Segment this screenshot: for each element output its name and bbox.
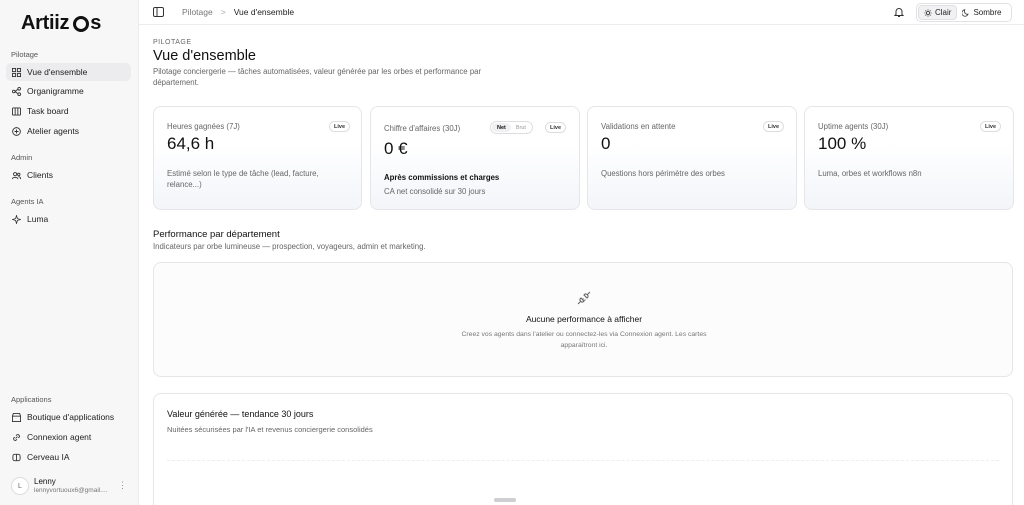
user-name: Lenny [34, 477, 56, 487]
section-label-applications: Applications [11, 395, 52, 404]
kpi-card-hours: Heures gagnées (7J) Live 64,6 h Estimé s… [153, 106, 362, 210]
performance-empty-state: Aucune performance à afficher Creez vos … [153, 262, 1013, 377]
live-badge: Live [980, 121, 1002, 132]
avatar: L [11, 477, 29, 495]
sidebar-item-label: Atelier agents [27, 126, 79, 136]
sun-icon [924, 8, 932, 17]
kpi-card-revenue: Chiffre d'affaires (30J) Net Brut Live 0… [370, 106, 580, 210]
moon-icon [962, 8, 970, 17]
sidebar-item-label: Boutique d'applications [27, 412, 115, 422]
sidebar-toggle-icon[interactable] [153, 7, 164, 17]
empty-state-title: Aucune performance à afficher [525, 314, 643, 324]
kpi-strong-note: Après commissions et charges [384, 173, 500, 182]
grid-icon [12, 67, 21, 77]
topbar: Pilotage > Vue d'ensemble Clair Sombre [139, 0, 1024, 25]
performance-title: Performance par département [153, 229, 280, 240]
sidebar-item-label: Cerveau IA [27, 452, 70, 462]
sidebar-item-label: Clients [27, 170, 53, 180]
kpi-value: 64,6 h [167, 134, 215, 153]
brut-toggle-button[interactable]: Brut [511, 123, 531, 132]
user-email: lennyvortuoux6@gmail.... [34, 486, 108, 494]
logo[interactable]: Artiiz s [21, 11, 101, 35]
kpi-note: Luma, orbes et workflows n8n [818, 169, 922, 178]
sidebar: Artiiz s Pilotage Vue d'ensemble Organig… [0, 0, 139, 505]
sparkle-icon [12, 214, 21, 224]
kpi-note: CA net consolidé sur 30 jours [384, 187, 486, 196]
net-brut-toggle: Net Brut [490, 121, 533, 134]
empty-state-text: Creez vos agents dans l'atelier ou conne… [461, 331, 707, 350]
trend-chart-gridline [167, 460, 999, 461]
performance-subtitle: Indicateurs par orbe lumineuse — prospec… [153, 242, 426, 251]
kpi-label: Chiffre d'affaires (30J) [384, 124, 461, 133]
logo-o-mark-icon [73, 16, 90, 32]
section-label-agents: Agents IA [11, 197, 44, 206]
sidebar-item-connexion[interactable]: Connexion agent [6, 428, 131, 446]
live-badge: Live [763, 121, 785, 132]
sidebar-item-organigramme[interactable]: Organigramme [6, 82, 131, 100]
trend-subtitle: Nuitées sécurisées par l'IA et revenus c… [167, 425, 373, 434]
net-toggle-button[interactable]: Net [492, 123, 511, 132]
brain-icon [12, 453, 21, 462]
plug-icon [577, 291, 591, 305]
more-vertical-icon[interactable]: ⋮ [118, 480, 127, 491]
breadcrumb-separator: > [220, 7, 226, 17]
link-icon [12, 433, 21, 442]
board-icon [12, 106, 21, 116]
user-profile[interactable]: L Lenny lennyvortuoux6@gmail.... ⋮ [11, 476, 131, 496]
sidebar-item-label: Connexion agent [27, 432, 92, 442]
plus-circle-icon [12, 126, 21, 136]
kpi-value: 0 [601, 134, 611, 153]
section-label-pilotage: Pilotage [11, 50, 39, 59]
sidebar-item-atelier[interactable]: Atelier agents [6, 122, 131, 140]
logo-text: Artiiz [21, 11, 70, 34]
theme-dark-label: Sombre [973, 8, 1002, 17]
kpi-note: Questions hors périmètre des orbes [601, 169, 725, 178]
users-icon [12, 171, 21, 180]
sidebar-item-overview[interactable]: Vue d'ensemble [6, 63, 131, 81]
kpi-value: 0 € [384, 139, 408, 158]
sidebar-item-label: Luma [27, 214, 49, 224]
kpi-note: Estimé selon le type de tâche (lead, fac… [167, 169, 319, 190]
live-badge: Live [329, 121, 351, 132]
page-title: Vue d'ensemble [153, 48, 256, 64]
sidebar-item-cerveau[interactable]: Cerveau IA [6, 448, 131, 466]
kpi-card-validations: Validations en attente Live 0 Questions … [587, 106, 797, 210]
breadcrumb-current: Vue d'ensemble [233, 7, 295, 17]
section-label-admin: Admin [11, 153, 33, 162]
kpi-label: Uptime agents (30J) [818, 122, 889, 131]
trend-title: Valeur générée — tendance 30 jours [167, 409, 314, 419]
logo-text-suffix: s [90, 11, 102, 34]
page-eyebrow: PILOTAGE [153, 39, 192, 46]
org-chart-icon [12, 86, 21, 96]
breadcrumb: Pilotage > Vue d'ensemble [182, 7, 294, 17]
sidebar-item-label: Task board [27, 106, 69, 116]
sidebar-item-luma[interactable]: Luma [6, 210, 131, 228]
kpi-label: Validations en attente [601, 122, 676, 131]
kpi-card-uptime: Uptime agents (30J) Live 100 % Luma, orb… [804, 106, 1014, 210]
sidebar-item-boutique[interactable]: Boutique d'applications [6, 408, 131, 426]
breadcrumb-root[interactable]: Pilotage [182, 7, 213, 17]
theme-light-button[interactable]: Clair [918, 5, 958, 20]
scroll-handle[interactable] [494, 498, 516, 502]
sidebar-item-label: Vue d'ensemble [27, 67, 88, 77]
page-subtitle: Pilotage conciergerie — tâches automatis… [153, 67, 482, 87]
sidebar-item-label: Organigramme [27, 86, 84, 96]
theme-switch: Clair Sombre [916, 3, 1012, 22]
sidebar-item-taskboard[interactable]: Task board [6, 102, 131, 120]
trend-card: Valeur générée — tendance 30 jours Nuité… [153, 393, 1013, 505]
live-badge: Live [545, 122, 567, 133]
theme-light-label: Clair [935, 8, 952, 17]
store-icon [12, 412, 21, 422]
theme-dark-button[interactable]: Sombre [957, 5, 1006, 20]
kpi-value: 100 % [818, 134, 867, 153]
kpi-label: Heures gagnées (7J) [167, 122, 240, 131]
bell-icon[interactable] [893, 6, 905, 18]
sidebar-item-clients[interactable]: Clients [6, 166, 131, 184]
